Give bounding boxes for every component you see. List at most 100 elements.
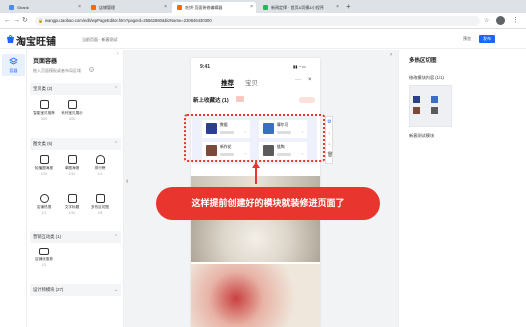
tab-recommend[interactable]: 推荐 — [221, 77, 234, 88]
more-icon[interactable]: ⋮ — [512, 17, 519, 25]
search-icon — [39, 194, 49, 203]
section-designer[interactable]: 设计师模块 (27) ⌄ — [30, 284, 121, 296]
browser-tab[interactable]: 店铺管理 × — [86, 2, 170, 13]
component-count: 1/1 — [41, 263, 47, 267]
status-time: 9:41 — [200, 64, 211, 70]
tab-label: 新闻定律 · 首页&切模&小程序 — [271, 5, 324, 10]
breadcrumb: 当前页面 · 新客测试 — [82, 37, 118, 42]
browser-tab[interactable]: 新闻定律 · 首页&切模&小程序 × — [258, 2, 342, 13]
reload-icon[interactable]: ↻ — [22, 17, 28, 25]
new-tab-button[interactable]: + — [346, 2, 351, 11]
arrow-up-icon[interactable]: ↑ — [328, 131, 331, 137]
address-bar: ← → ↻ 🔒 wangpu.taobao.com/edit/wpPageEdi… — [0, 13, 526, 29]
component-name: 排行榜 — [94, 166, 106, 170]
section-label: 图文类 (6) — [33, 141, 53, 146]
component-item[interactable]: 店铺优惠券 1/1 — [32, 248, 56, 267]
component-name: 多热区切图 — [91, 205, 109, 209]
component-count: 1/1 — [97, 172, 103, 176]
component-name: 文字标题 — [64, 205, 80, 209]
shop-logo-icon — [7, 35, 14, 43]
component-count: 1/8 — [97, 211, 103, 215]
delete-icon[interactable]: 🗑 — [327, 152, 333, 158]
component-name: 轮播图海报 — [35, 166, 53, 170]
component-count: 1/10 — [68, 211, 76, 215]
collapse-right-icon[interactable]: › — [390, 52, 392, 58]
coupon-icon — [39, 248, 49, 255]
arrow-head-icon — [252, 162, 260, 168]
component-item[interactable]: 系列宝贝展示 3/20 — [60, 100, 84, 121]
component-name: 店铺优惠券 — [35, 257, 53, 261]
component-item[interactable]: 轮播图海报 1/10 — [32, 155, 56, 176]
publish-button[interactable]: 发布 — [479, 35, 495, 43]
chevron-up-icon: ⌃ — [113, 234, 118, 240]
hotspot-icon — [95, 194, 105, 203]
close-icon[interactable]: × — [78, 2, 81, 13]
carousel-icon — [39, 155, 49, 164]
component-count: 1/10 — [68, 172, 76, 176]
chevron-down-icon: ⌄ — [113, 287, 118, 293]
collapse-icon[interactable]: ‹ — [117, 51, 119, 57]
settings-icon[interactable]: ⚙ — [327, 119, 331, 125]
text-title-icon — [67, 194, 77, 203]
module-toolbar: ⚙ ↑ ↓ 🗑 — [325, 116, 333, 164]
more-icon[interactable]: ··· — [295, 77, 301, 83]
component-item[interactable]: 单图海报 1/10 — [60, 155, 84, 176]
url-input[interactable]: 🔒 wangpu.taobao.com/edit/wpPageEditor.ht… — [35, 16, 480, 26]
component-name: 系列宝贝展示 — [61, 111, 83, 115]
component-item[interactable]: 排行榜 1/1 — [88, 155, 112, 176]
annotation-callout: 这样提前创建好的模块就装修进页面了 — [156, 187, 380, 220]
component-item[interactable]: 文字标题 1/10 — [60, 194, 84, 215]
product-series-icon — [67, 100, 77, 109]
signal-icon: ▮▮ ◔ ▭ — [293, 64, 306, 69]
app-header: 淘宝旺铺 当前页面 · 新客测试 预览 发布 — [0, 29, 526, 49]
lock-icon: 🔒 — [38, 18, 43, 23]
tab-products[interactable]: 宝贝 — [245, 77, 258, 87]
back-icon[interactable]: ← — [4, 17, 11, 25]
component-count: 3/20 — [68, 117, 76, 121]
forward-icon[interactable]: → — [13, 17, 20, 25]
panel-title: 多热区切图 — [409, 58, 437, 64]
app-logo: 淘宝旺铺 — [16, 37, 56, 48]
tab-favicon-icon — [263, 5, 268, 10]
component-item[interactable]: 多热区切图 1/8 — [88, 194, 112, 215]
section-product[interactable]: 宝贝类 (2) ⌃ — [30, 83, 121, 95]
badge — [236, 96, 244, 102]
collapse-left-icon[interactable]: ‹ — [126, 178, 128, 185]
module-thumbnail[interactable] — [409, 85, 452, 127]
rail-item-container[interactable]: 容器 — [2, 54, 25, 76]
component-count: 1/1 — [41, 211, 47, 215]
browser-tab-bar: Gbank × 店铺管理 × 吃饼·页面装修编辑器 × 新闻定律 · 首页&切模… — [0, 0, 526, 13]
sidebar-subtitle: 拖入页面模板或者布局区域 — [33, 68, 81, 73]
rail-item-label: 容器 — [9, 68, 18, 73]
close-icon[interactable]: × — [250, 2, 253, 13]
help-icon[interactable]: ? — [89, 67, 94, 72]
thumb-image — [413, 96, 420, 103]
thumb-image — [413, 107, 420, 114]
component-item[interactable]: 店铺热搜 1/1 — [32, 194, 56, 215]
arrow-down-icon[interactable]: ↓ — [328, 141, 331, 147]
avatar[interactable] — [496, 16, 505, 25]
browser-tab[interactable]: Gbank × — [4, 2, 84, 13]
section-image-text[interactable]: 图文类 (6) ⌃ — [30, 138, 121, 150]
sidebar-title: 页面容器 — [33, 59, 58, 65]
tab-label: 吃饼·页面装修编辑器 — [185, 5, 223, 10]
preview-button[interactable]: 预览 — [460, 35, 474, 43]
module-highlight — [184, 114, 325, 162]
layers-icon — [9, 57, 18, 65]
component-count: 1/10 — [40, 172, 48, 176]
section-label: 设计师模块 (27) — [33, 287, 64, 292]
component-item[interactable]: 智能宝贝推荐 3/20 — [32, 100, 56, 121]
star-icon[interactable]: ☆ — [484, 17, 489, 25]
component-name: 智能宝贝推荐 — [33, 111, 55, 115]
product-recommend-icon — [39, 100, 49, 109]
properties-panel: 多热区切图 修改模块内容 (1/1) 新客测试模块 — [398, 50, 526, 327]
close-icon[interactable]: × — [308, 77, 312, 83]
tab-favicon-icon — [91, 5, 96, 10]
component-name: 店铺热搜 — [36, 205, 52, 209]
close-icon[interactable]: × — [164, 2, 167, 13]
thumb-image — [431, 96, 438, 103]
section-marketing[interactable]: 营销互动类 (1) ⌃ — [30, 231, 121, 243]
section-title: 新上收藏达 (1) — [193, 98, 229, 104]
browser-tab-active[interactable]: 吃饼·页面装修编辑器 × — [172, 2, 256, 13]
close-icon[interactable]: × — [336, 2, 339, 13]
